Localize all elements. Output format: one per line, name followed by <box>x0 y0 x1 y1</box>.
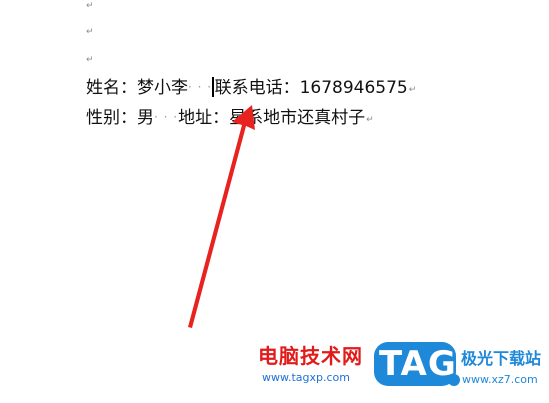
document-canvas: ↵ ↵ ↵ 姓名：梦小李· · · 联系电话：1678946575↵ 性别：男· … <box>0 0 549 403</box>
watermark-url: www.tagxp.com <box>262 371 350 384</box>
red-arrow-annotation <box>188 105 255 328</box>
tag-badge-text: TAG <box>379 344 457 384</box>
watermark-site-name: 电脑技术网 <box>258 344 363 368</box>
watermark-download-url: www.xz7.com <box>462 373 538 386</box>
arrow-icon <box>188 105 255 328</box>
watermark-download-site: 极光下载站 <box>461 349 542 368</box>
